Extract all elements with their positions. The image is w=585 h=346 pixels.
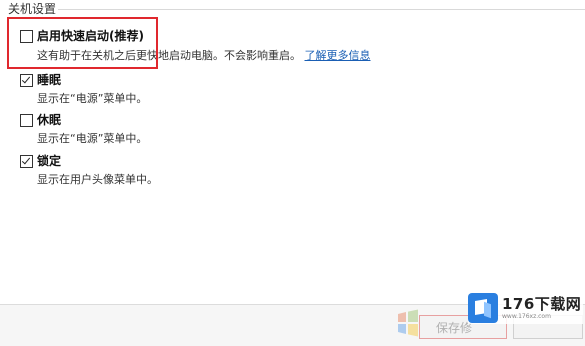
watermark-logo-icon [468, 293, 498, 323]
hibernate-checkbox[interactable] [20, 113, 33, 127]
sleep-label: 睡眠 [37, 73, 62, 87]
watermark-text: 176下载网 www.176xz.com [502, 294, 582, 321]
sleep-description: 显示在“电源”菜单中。 [37, 92, 148, 105]
section-divider [58, 9, 585, 10]
learn-more-link[interactable]: 了解更多信息 [305, 49, 371, 62]
sleep-checkbox[interactable] [20, 73, 33, 87]
section-title: 关机设置 [8, 2, 57, 16]
shutdown-settings-panel: 关机设置 启用快速启动(推荐) 这有助于在关机之后更快地启动电脑。不会影响重启。… [0, 0, 585, 346]
option-sleep[interactable]: 睡眠 [20, 72, 61, 88]
option-lock[interactable]: 锁定 [20, 153, 61, 169]
highlight-annotation [7, 17, 158, 69]
windows-logo-icon [398, 309, 418, 337]
hibernate-label: 休眠 [37, 113, 62, 127]
option-hibernate[interactable]: 休眠 [20, 112, 61, 128]
watermark-main-text: 176下载网 [502, 294, 582, 313]
lock-description: 显示在用户头像菜单中。 [37, 173, 158, 186]
site-watermark: 176下载网 www.176xz.com [468, 292, 583, 324]
lock-label: 锁定 [37, 154, 62, 168]
lock-checkbox[interactable] [20, 154, 33, 168]
hibernate-description: 显示在“电源”菜单中。 [37, 132, 148, 145]
watermark-sub-text: www.176xz.com [502, 312, 551, 320]
